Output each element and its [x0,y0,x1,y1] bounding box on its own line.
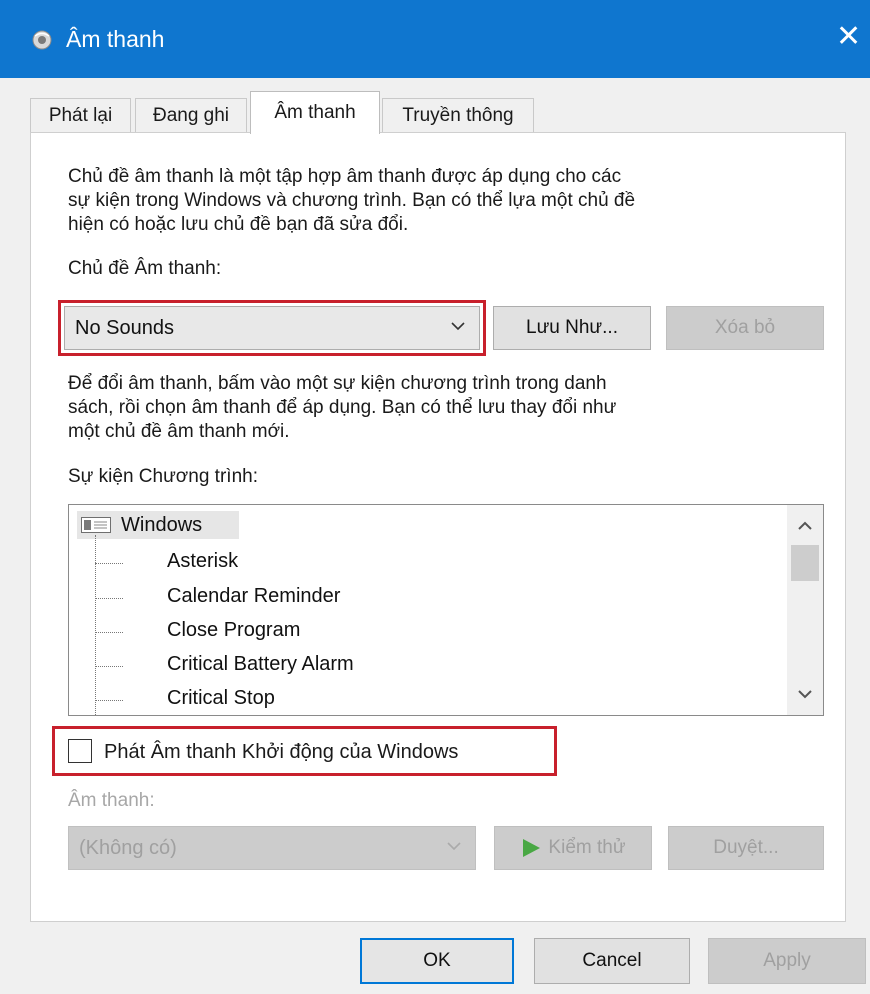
intro-text-line3: hiện có hoặc lưu chủ đề bạn đã sửa đổi. [68,214,409,235]
program-events-label: Sự kiện Chương trình: [68,466,258,487]
event-group-label: Windows [121,514,203,536]
test-button-label: Kiểm thử [548,837,626,858]
tree-branch [95,666,123,667]
intro-text-line2: sự kiện trong Windows và chương trình. B… [68,190,636,211]
save-as-button[interactable]: Lưu Như... [493,306,651,350]
tree-line [95,535,96,715]
program-events-list[interactable]: Windows Asterisk Calendar Reminder Close… [68,504,824,716]
tab-sounds[interactable]: Âm thanh [250,91,380,134]
play-icon [523,839,541,857]
cancel-button[interactable]: Cancel [534,938,690,984]
event-item[interactable]: Critical Battery Alarm [167,653,354,676]
list-scrollbar[interactable] [787,505,823,715]
intro-text-line1: Chủ đề âm thanh là một tập hợp âm thanh … [68,166,622,187]
close-button[interactable]: ✕ [836,22,861,52]
event-item[interactable]: Critical Stop [167,687,275,710]
window-group-icon [81,517,111,533]
event-item[interactable]: Close Program [167,619,300,642]
ok-button[interactable]: OK [360,938,514,984]
delete-button[interactable]: Xóa bỏ [666,306,824,350]
chevron-down-icon [447,842,461,851]
scroll-up-arrow-icon[interactable] [798,521,812,531]
sound-select[interactable]: (Không có) [68,826,476,870]
sound-select-value: (Không có) [79,836,177,859]
tree-branch [95,632,123,633]
tree-branch [95,700,123,701]
tree-branch [95,598,123,599]
startup-highlight-box [52,726,557,776]
test-button[interactable]: Kiểm thử [494,826,652,870]
instructions-line3: một chủ đề âm thanh mới. [68,421,290,442]
window-title: Âm thanh [66,26,165,52]
tab-playback[interactable]: Phát lại [30,98,131,132]
browse-button[interactable]: Duyệt... [668,826,824,870]
speaker-icon [32,30,52,50]
tab-communications[interactable]: Truyền thông [382,98,534,132]
instructions-line2: sách, rồi chọn âm thanh để áp dụng. Bạn … [68,397,617,418]
scheme-label: Chủ đề Âm thanh: [68,258,222,279]
instructions-line1: Để đổi âm thanh, bấm vào một sự kiện chư… [68,373,607,394]
scroll-thumb[interactable] [791,545,819,581]
event-item[interactable]: Calendar Reminder [167,585,340,608]
scroll-down-arrow-icon[interactable] [798,689,812,699]
event-item[interactable]: Asterisk [167,550,238,573]
apply-button[interactable]: Apply [708,938,866,984]
tab-recording[interactable]: Đang ghi [135,98,247,132]
title-bar[interactable]: Âm thanh ✕ [0,0,870,78]
sound-dialog: Âm thanh ✕ Phát lại Đang ghi Âm thanh Tr… [0,0,870,994]
scheme-highlight-box [58,300,486,356]
tree-branch [95,563,123,564]
sound-label: Âm thanh: [68,790,155,811]
